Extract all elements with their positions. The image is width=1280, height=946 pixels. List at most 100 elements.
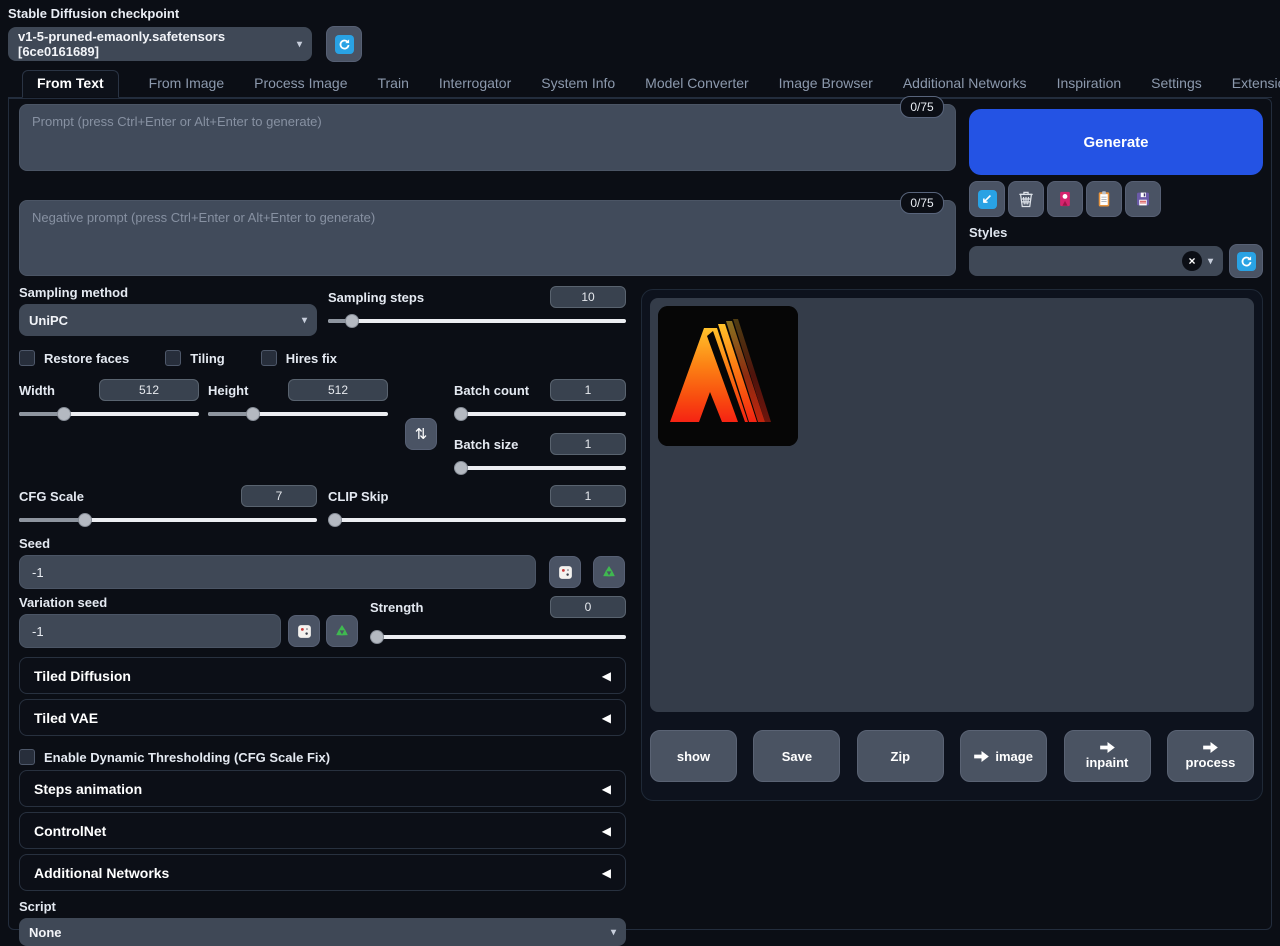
chevron-down-icon: ▾ — [611, 927, 616, 938]
seed-random-button[interactable] — [549, 556, 581, 588]
chevron-down-icon: ▾ — [1208, 256, 1213, 267]
tiling-label: Tiling — [190, 351, 224, 366]
accordion-label: Tiled Diffusion — [34, 668, 131, 684]
tab-interrogator[interactable]: Interrogator — [439, 71, 511, 97]
extra-networks-button[interactable] — [1047, 181, 1083, 217]
cfg-scale-slider[interactable] — [19, 512, 317, 528]
tiling-checkbox[interactable] — [165, 350, 181, 366]
variation-seed-reuse-button[interactable] — [326, 615, 358, 647]
swap-icon: ⇅ — [415, 425, 428, 443]
strength-label: Strength — [370, 600, 423, 615]
hires-fix-checkbox[interactable] — [261, 350, 277, 366]
width-input[interactable] — [99, 379, 199, 401]
styles-dropdown[interactable]: × ▾ — [969, 246, 1223, 276]
clip-skip-input[interactable] — [550, 485, 626, 507]
variation-seed-random-button[interactable] — [288, 615, 320, 647]
sampling-steps-slider[interactable] — [328, 313, 626, 329]
accordion-tiled-vae[interactable]: Tiled VAE ◀ — [19, 699, 626, 736]
output-panel: show Save Zip image inpaint process — [641, 289, 1263, 801]
seed-reuse-button[interactable] — [593, 556, 625, 588]
clear-prompt-button[interactable] — [1008, 181, 1044, 217]
tab-extensions[interactable]: Extensions — [1232, 71, 1280, 97]
chevron-down-icon: ▾ — [302, 315, 307, 326]
cfg-scale-label: CFG Scale — [19, 489, 84, 504]
styles-refresh-button[interactable] — [1229, 244, 1263, 278]
cfg-scale-input[interactable] — [241, 485, 317, 507]
batch-count-input[interactable] — [550, 379, 626, 401]
collapse-triangle-icon: ◀ — [602, 711, 611, 725]
tab-from-text[interactable]: From Text — [22, 70, 119, 98]
app-logo — [658, 306, 798, 446]
variation-seed-input[interactable] — [19, 614, 281, 648]
paste-params-button[interactable]: ↙ — [969, 181, 1005, 217]
seed-input[interactable] — [19, 555, 536, 589]
dynamic-thresholding-checkbox[interactable] — [19, 749, 35, 765]
to-inpaint-button[interactable]: inpaint — [1064, 730, 1151, 782]
script-dropdown[interactable]: None ▾ — [19, 918, 626, 946]
to-image-button[interactable]: image — [960, 730, 1047, 782]
zip-button[interactable]: Zip — [857, 730, 944, 782]
accordion-additional-networks[interactable]: Additional Networks ◀ — [19, 854, 626, 891]
clip-skip-label: CLIP Skip — [328, 489, 388, 504]
batch-size-label: Batch size — [454, 437, 518, 452]
strength-input[interactable] — [550, 596, 626, 618]
tab-image-browser[interactable]: Image Browser — [779, 71, 873, 97]
tab-settings[interactable]: Settings — [1151, 71, 1202, 97]
checkpoint-dropdown[interactable]: v1-5-pruned-emaonly.safetensors [6ce0161… — [8, 27, 312, 61]
sampling-method-value: UniPC — [29, 313, 68, 328]
clip-skip-slider[interactable] — [328, 512, 626, 528]
accordion-label: ControlNet — [34, 823, 106, 839]
hires-fix-option: Hires fix — [261, 350, 337, 366]
height-input[interactable] — [288, 379, 388, 401]
tab-process-image[interactable]: Process Image — [254, 71, 347, 97]
arrow-right-icon — [974, 751, 989, 762]
prompt-textarea[interactable] — [19, 104, 956, 171]
collapse-triangle-icon: ◀ — [602, 824, 611, 838]
sampling-method-dropdown[interactable]: UniPC ▾ — [19, 304, 317, 336]
generation-controls: Sampling method UniPC ▾ Sampling steps — [19, 285, 626, 946]
accordion-controlnet[interactable]: ControlNet ◀ — [19, 812, 626, 849]
batch-size-slider[interactable] — [454, 460, 626, 476]
tab-additional-networks[interactable]: Additional Networks — [903, 71, 1027, 97]
button-label: Save — [782, 749, 812, 764]
recycle-icon — [333, 622, 351, 640]
recycle-icon — [600, 563, 618, 581]
swap-dimensions-button[interactable]: ⇅ — [405, 418, 437, 450]
tab-bar: From Text From Image Process Image Train… — [8, 70, 1272, 98]
collapse-triangle-icon: ◀ — [602, 782, 611, 796]
preview-thumbnail[interactable] — [658, 306, 798, 446]
negative-prompt-token-counter: 0/75 — [900, 192, 944, 214]
button-label: process — [1186, 755, 1236, 770]
tab-system-info[interactable]: System Info — [541, 71, 615, 97]
show-button[interactable]: show — [650, 730, 737, 782]
checkpoint-refresh-button[interactable] — [326, 26, 362, 62]
height-slider[interactable] — [208, 406, 388, 422]
save-style-button[interactable] — [1125, 181, 1161, 217]
tab-inspiration[interactable]: Inspiration — [1057, 71, 1122, 97]
floppy-disk-icon — [1134, 190, 1152, 208]
txt2img-panel: 0/75 0/75 Generate ↙ — [8, 98, 1272, 930]
preview-area — [650, 298, 1254, 712]
button-label: show — [677, 749, 710, 764]
checkpoint-header: Stable Diffusion checkpoint v1-5-pruned-… — [8, 6, 362, 62]
negative-prompt-textarea[interactable] — [19, 200, 956, 276]
collapse-triangle-icon: ◀ — [602, 669, 611, 683]
generate-button[interactable]: Generate — [969, 109, 1263, 175]
to-process-button[interactable]: process — [1167, 730, 1254, 782]
sampling-steps-input[interactable] — [550, 286, 626, 308]
batch-size-input[interactable] — [550, 433, 626, 455]
tab-train[interactable]: Train — [377, 71, 408, 97]
strength-slider[interactable] — [370, 629, 626, 645]
batch-count-slider[interactable] — [454, 406, 626, 422]
restore-faces-checkbox[interactable] — [19, 350, 35, 366]
tab-from-image[interactable]: From Image — [149, 71, 224, 97]
width-label: Width — [19, 383, 55, 398]
accordion-tiled-diffusion[interactable]: Tiled Diffusion ◀ — [19, 657, 626, 694]
accordion-steps-animation[interactable]: Steps animation ◀ — [19, 770, 626, 807]
clear-icon[interactable]: × — [1182, 251, 1202, 271]
width-slider[interactable] — [19, 406, 199, 422]
apply-styles-button[interactable] — [1086, 181, 1122, 217]
tab-model-converter[interactable]: Model Converter — [645, 71, 749, 97]
arrow-right-icon — [1100, 742, 1115, 753]
save-button[interactable]: Save — [753, 730, 840, 782]
